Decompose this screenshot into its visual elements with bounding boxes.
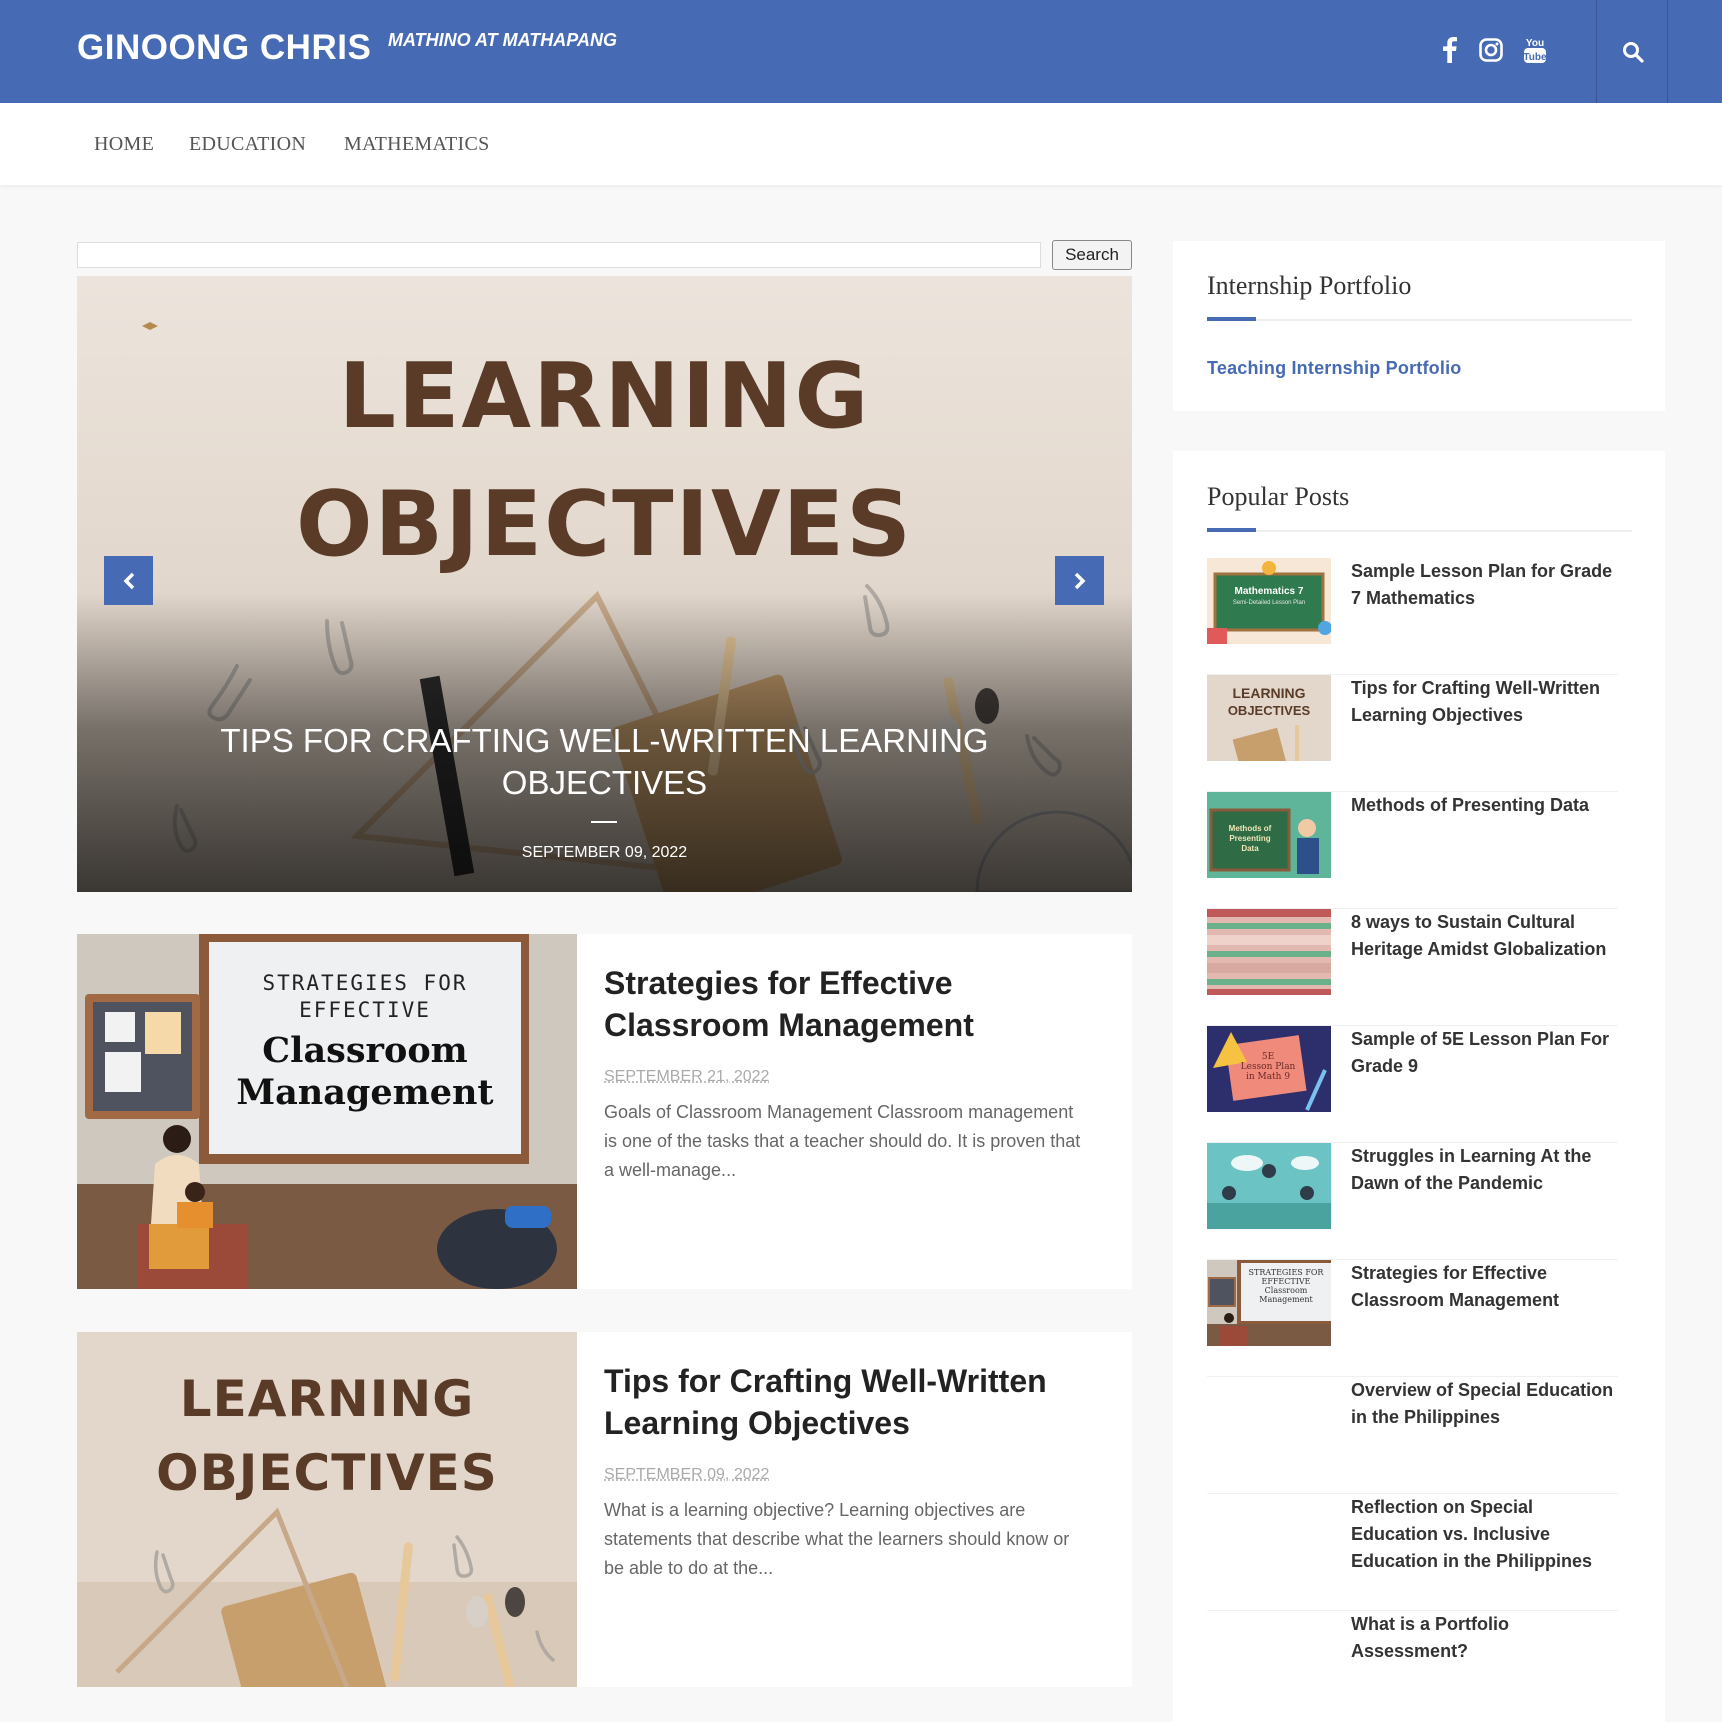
thumbnail-text: Methods of Presenting Data — [1211, 824, 1289, 854]
popular-post-thumbnail[interactable]: Mathematics 7 Semi-Detailed Lesson Plan — [1207, 558, 1331, 644]
post-thumbnail[interactable]: STRATEGIES FOR EFFECTIVE Classroom Manag… — [77, 934, 577, 1289]
popular-post-item[interactable]: Struggles in Learning At the Dawn of the… — [1207, 1143, 1618, 1260]
nav-education[interactable]: EDUCATION — [189, 133, 306, 156]
thumbnail-text-line: EFFECTIVE — [299, 998, 431, 1022]
thumbnail-text: OBJECTIVES — [1227, 703, 1311, 718]
popular-post-title[interactable]: Sample Lesson Plan for Grade 7 Mathemati… — [1351, 558, 1621, 612]
thumbnail-text-line: Classroom — [1264, 1286, 1308, 1295]
popular-post-item[interactable]: 8 ways to Sustain Cultural Heritage Amid… — [1207, 909, 1618, 1026]
widget-divider-accent — [1207, 317, 1256, 321]
popular-post-title[interactable]: Reflection on Special Education vs. Incl… — [1351, 1494, 1621, 1575]
search-button[interactable]: Search — [1052, 240, 1132, 270]
slider-next-button[interactable] — [1055, 556, 1104, 605]
popular-post-item[interactable]: STRATEGIES FOR EFFECTIVE Classroom Manag… — [1207, 1260, 1618, 1377]
thumbnail-text-line: 5E — [1261, 1052, 1275, 1062]
thumbnail-text: Mathematics 7 — [1234, 586, 1304, 597]
youtube-icon[interactable]: You Tube — [1519, 34, 1551, 66]
widget-title: Popular Posts — [1207, 482, 1350, 511]
thumbnail-text: STRATEGIES FOR EFFECTIVE Classroom Manag… — [1241, 1268, 1331, 1304]
header-divider — [1596, 0, 1597, 103]
nav-home[interactable]: HOME — [94, 133, 154, 156]
thumbnail-text-line: STRATEGIES FOR — [262, 971, 468, 995]
popular-post-thumbnail[interactable] — [1207, 1143, 1331, 1229]
popular-post-item[interactable]: Mathematics 7 Semi-Detailed Lesson Plan … — [1207, 558, 1618, 675]
post-thumbnail[interactable]: LEARNING OBJECTIVES — [77, 1332, 577, 1687]
popular-post-title[interactable]: Strategies for Effective Classroom Manag… — [1351, 1260, 1621, 1314]
nav-mathematics[interactable]: MATHEMATICS — [344, 133, 490, 156]
popular-post-item[interactable]: Overview of Special Education in the Phi… — [1207, 1377, 1618, 1494]
popular-post-title[interactable]: Struggles in Learning At the Dawn of the… — [1351, 1143, 1621, 1197]
popular-post-item[interactable]: LEARNING OBJECTIVES Tips for Crafting We… — [1207, 675, 1618, 792]
svg-text:You: You — [1526, 38, 1544, 49]
popular-post-thumbnail[interactable] — [1207, 909, 1331, 995]
popular-post-item[interactable]: 5E Lesson Plan in Math 9 Sample of 5E Le… — [1207, 1026, 1618, 1143]
popular-post-title[interactable]: Sample of 5E Lesson Plan For Grade 9 — [1351, 1026, 1621, 1080]
site-tagline: MATHINO AT MATHAPANG — [388, 30, 617, 50]
widget-divider — [1207, 530, 1632, 532]
slide-image-text: OBJECTIVES — [296, 472, 913, 577]
site-header: GINOONG CHRIS MATHINO AT MATHAPANG You Tu… — [0, 0, 1722, 103]
internship-widget: Internship Portfolio Teaching Internship… — [1173, 241, 1665, 411]
thumbnail-text-line: Presenting — [1229, 834, 1271, 843]
popular-post-thumbnail[interactable]: Methods of Presenting Data — [1207, 792, 1331, 878]
chevron-right-icon — [1074, 572, 1085, 589]
thumbnail-text-line: Management — [236, 1072, 494, 1113]
chevron-left-icon — [123, 572, 134, 589]
thumbnail-text: 5E Lesson Plan in Math 9 — [1231, 1052, 1305, 1082]
thumbnail-text-line: Lesson Plan — [1240, 1062, 1296, 1072]
slider-prev-button[interactable] — [104, 556, 153, 605]
search-icon — [1623, 41, 1644, 63]
popular-post-item[interactable]: Reflection on Special Education vs. Incl… — [1207, 1494, 1618, 1611]
thumbnail-text: STRATEGIES FOR EFFECTIVE — [209, 970, 521, 1024]
popular-post-thumbnail[interactable]: LEARNING OBJECTIVES — [1207, 675, 1331, 761]
post-card: LEARNING OBJECTIVES Tips for Crafting We… — [77, 1332, 1132, 1687]
site-title[interactable]: GINOONG CHRIS — [77, 28, 371, 68]
header-search-button[interactable] — [1598, 0, 1668, 103]
post-date[interactable]: SEPTEMBER 09, 2022 — [604, 1466, 769, 1484]
popular-post-item[interactable]: What is a Portfolio Assessment? — [1207, 1611, 1618, 1722]
post-title[interactable]: Strategies for Effective Classroom Manag… — [604, 962, 1104, 1046]
popular-post-title[interactable]: Tips for Crafting Well-Written Learning … — [1351, 675, 1621, 729]
main-navigation: HOME EDUCATION MATHEMATICS — [0, 103, 1722, 185]
internship-portfolio-link[interactable]: Teaching Internship Portfolio — [1207, 358, 1461, 379]
post-excerpt: What is a learning objective? Learning o… — [604, 1500, 1070, 1578]
thumbnail-text-line: Management — [1259, 1295, 1313, 1304]
slide-date: SEPTEMBER 09, 2022 — [521, 844, 688, 861]
popular-post-title[interactable]: 8 ways to Sustain Cultural Heritage Amid… — [1351, 909, 1621, 963]
popular-post-title[interactable]: Methods of Presenting Data — [1351, 792, 1621, 819]
widget-divider — [1207, 319, 1632, 321]
thumbnail-text: OBJECTIVES — [156, 1444, 498, 1502]
post-excerpt: Goals of Classroom Management Classroom … — [604, 1102, 1081, 1180]
thumbnail-text-line: Classroom — [262, 1030, 468, 1071]
popular-post-item[interactable]: Methods of Presenting Data Methods of Pr… — [1207, 792, 1618, 909]
thumbnail-text: Classroom Management — [209, 1030, 521, 1114]
caption-divider — [591, 821, 617, 823]
thumbnail-text-line: EFFECTIVE — [1261, 1277, 1311, 1286]
post-card: STRATEGIES FOR EFFECTIVE Classroom Manag… — [77, 934, 1132, 1289]
facebook-icon[interactable] — [1434, 34, 1466, 66]
featured-slider[interactable]: LEARNING OBJECTIVES TIPS FOR CRAFTING WE… — [77, 276, 1132, 892]
thumbnail-text: LEARNING — [179, 1370, 475, 1428]
popular-post-title[interactable]: Overview of Special Education in the Phi… — [1351, 1377, 1621, 1431]
search-input[interactable] — [77, 242, 1041, 268]
popular-posts-widget: Popular Posts Mathematics 7 Semi-Detaile… — [1173, 451, 1665, 1722]
post-date[interactable]: SEPTEMBER 21, 2022 — [604, 1068, 769, 1086]
popular-post-thumbnail[interactable]: 5E Lesson Plan in Math 9 — [1207, 1026, 1331, 1112]
widget-divider-accent — [1207, 528, 1256, 532]
slide-image-text: LEARNING — [338, 344, 871, 449]
svg-text:Tube: Tube — [1523, 52, 1547, 63]
thumbnail-text-line: Data — [1241, 844, 1259, 853]
popular-post-title[interactable]: What is a Portfolio Assessment? — [1351, 1611, 1621, 1665]
slide-caption[interactable]: TIPS FOR CRAFTING WELL-WRITTEN LEARNING … — [177, 720, 1032, 804]
widget-title: Internship Portfolio — [1207, 271, 1412, 300]
instagram-icon[interactable] — [1475, 34, 1507, 66]
thumbnail-text: Semi-Detailed Lesson Plan — [1232, 600, 1306, 606]
thumbnail-text-line: STRATEGIES FOR — [1248, 1268, 1324, 1277]
thumbnail-text: LEARNING — [1232, 685, 1306, 701]
thumbnail-text-line: Methods of — [1228, 824, 1272, 833]
thumbnail-text-line: in Math 9 — [1245, 1072, 1291, 1082]
popular-post-thumbnail[interactable]: STRATEGIES FOR EFFECTIVE Classroom Manag… — [1207, 1260, 1331, 1346]
post-title[interactable]: Tips for Crafting Well-Written Learning … — [604, 1360, 1104, 1444]
header-divider — [1667, 0, 1668, 103]
